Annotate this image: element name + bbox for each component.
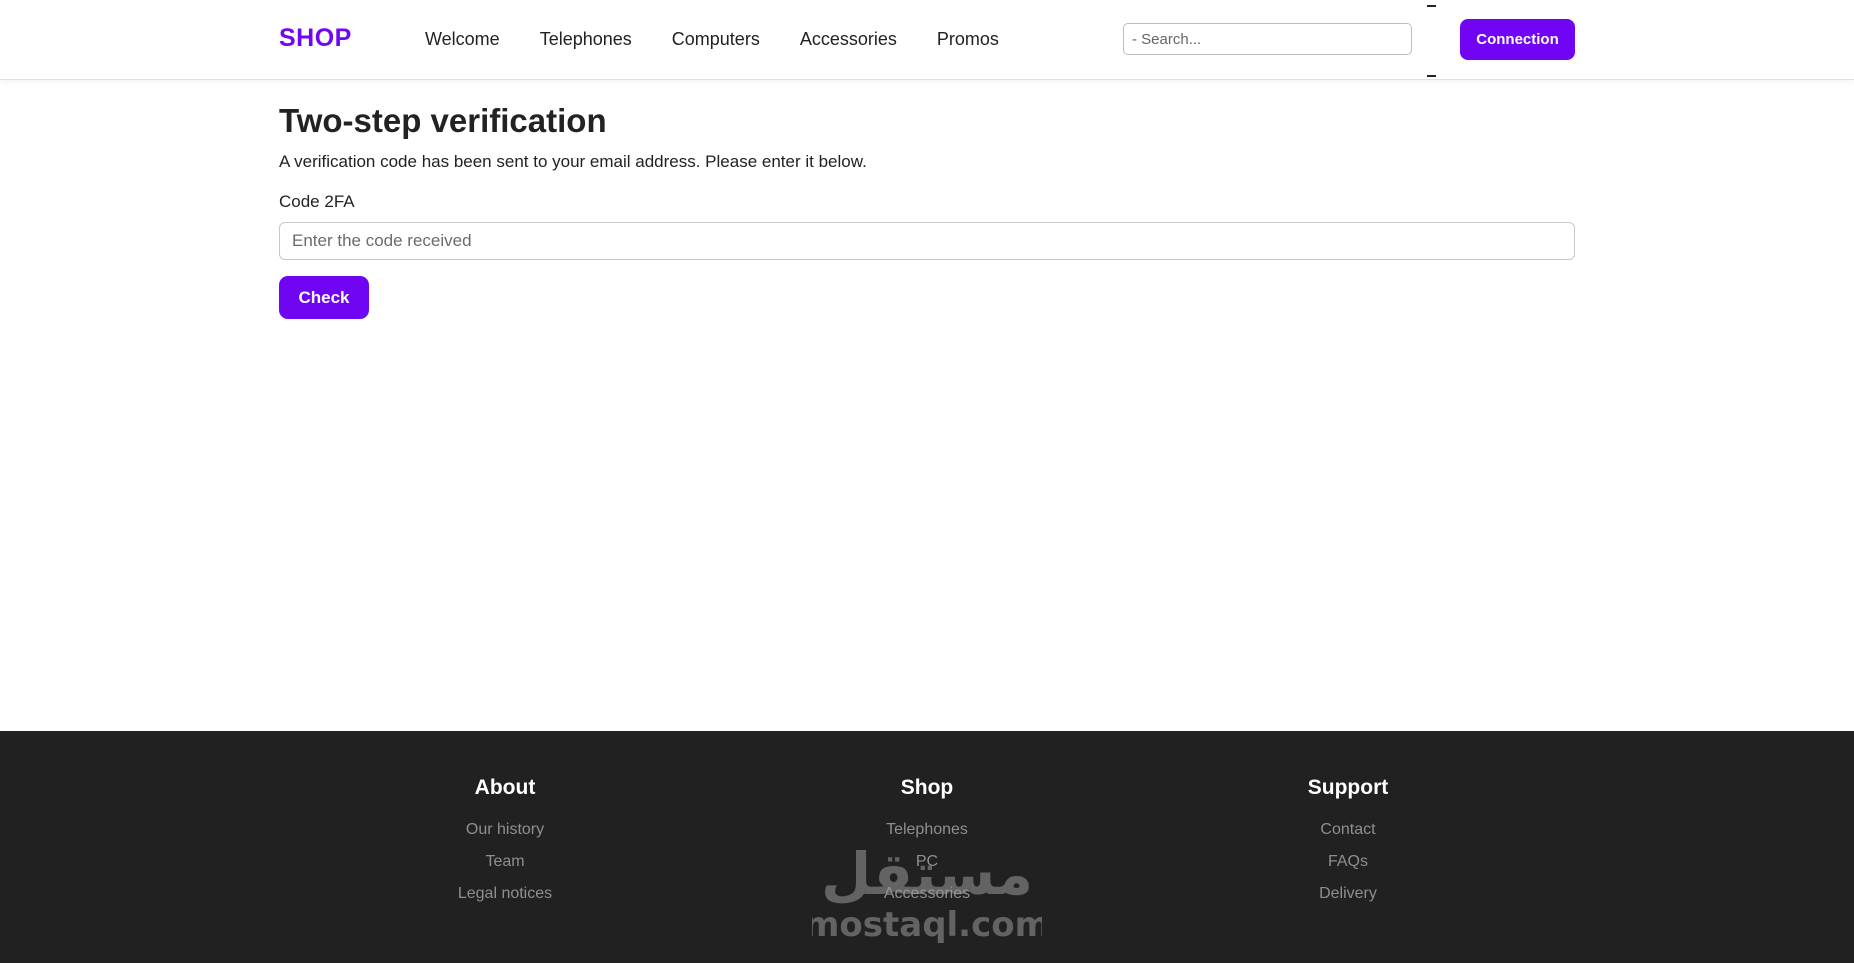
code-2fa-input[interactable] (279, 222, 1575, 260)
connection-button[interactable]: Connection (1460, 19, 1575, 60)
footer-link-legal-notices[interactable]: Legal notices (355, 878, 655, 910)
nav-accessories[interactable]: Accessories (800, 29, 897, 50)
footer-link-delivery[interactable]: Delivery (1198, 878, 1498, 910)
footer-about-column: About Our history Team Legal notices (355, 776, 655, 910)
footer-link-contact[interactable]: Contact (1198, 814, 1498, 846)
footer-support-title: Support (1307, 776, 1389, 799)
footer-about-title: About (474, 776, 536, 799)
footer-link-our-history[interactable]: Our history (355, 814, 655, 846)
footer-support-column: Support Contact FAQs Delivery (1198, 776, 1498, 910)
page-title: Two-step verification (279, 102, 607, 139)
search-input[interactable] (1123, 23, 1412, 55)
nav-telephones[interactable]: Telephones (540, 29, 632, 50)
logo[interactable]: SHOP (279, 24, 352, 53)
footer-link-telephones[interactable]: Telephones (777, 814, 1077, 846)
footer-link-faqs[interactable]: FAQs (1198, 846, 1498, 878)
footer-shop-column: Shop Telephones PC Accessories (777, 776, 1077, 910)
page-description: A verification code has been sent to you… (279, 152, 867, 171)
nav-promos[interactable]: Promos (937, 29, 999, 50)
toggle-dash-bottom (1427, 75, 1436, 77)
top-navbar: SHOP Welcome Telephones Computers Access… (0, 0, 1854, 80)
footer: About Our history Team Legal notices Sho… (0, 731, 1854, 963)
footer-link-team[interactable]: Team (355, 846, 655, 878)
main-nav: Welcome Telephones Computers Accessories… (425, 29, 1039, 50)
footer-shop-title: Shop (900, 776, 954, 799)
toggle-dash-top (1427, 5, 1436, 7)
footer-link-pc[interactable]: PC (777, 846, 1077, 878)
nav-computers[interactable]: Computers (672, 29, 760, 50)
check-button[interactable]: Check (279, 276, 369, 319)
nav-welcome[interactable]: Welcome (425, 29, 500, 50)
code-label: Code 2FA (279, 192, 355, 211)
footer-link-accessories[interactable]: Accessories (777, 878, 1077, 910)
